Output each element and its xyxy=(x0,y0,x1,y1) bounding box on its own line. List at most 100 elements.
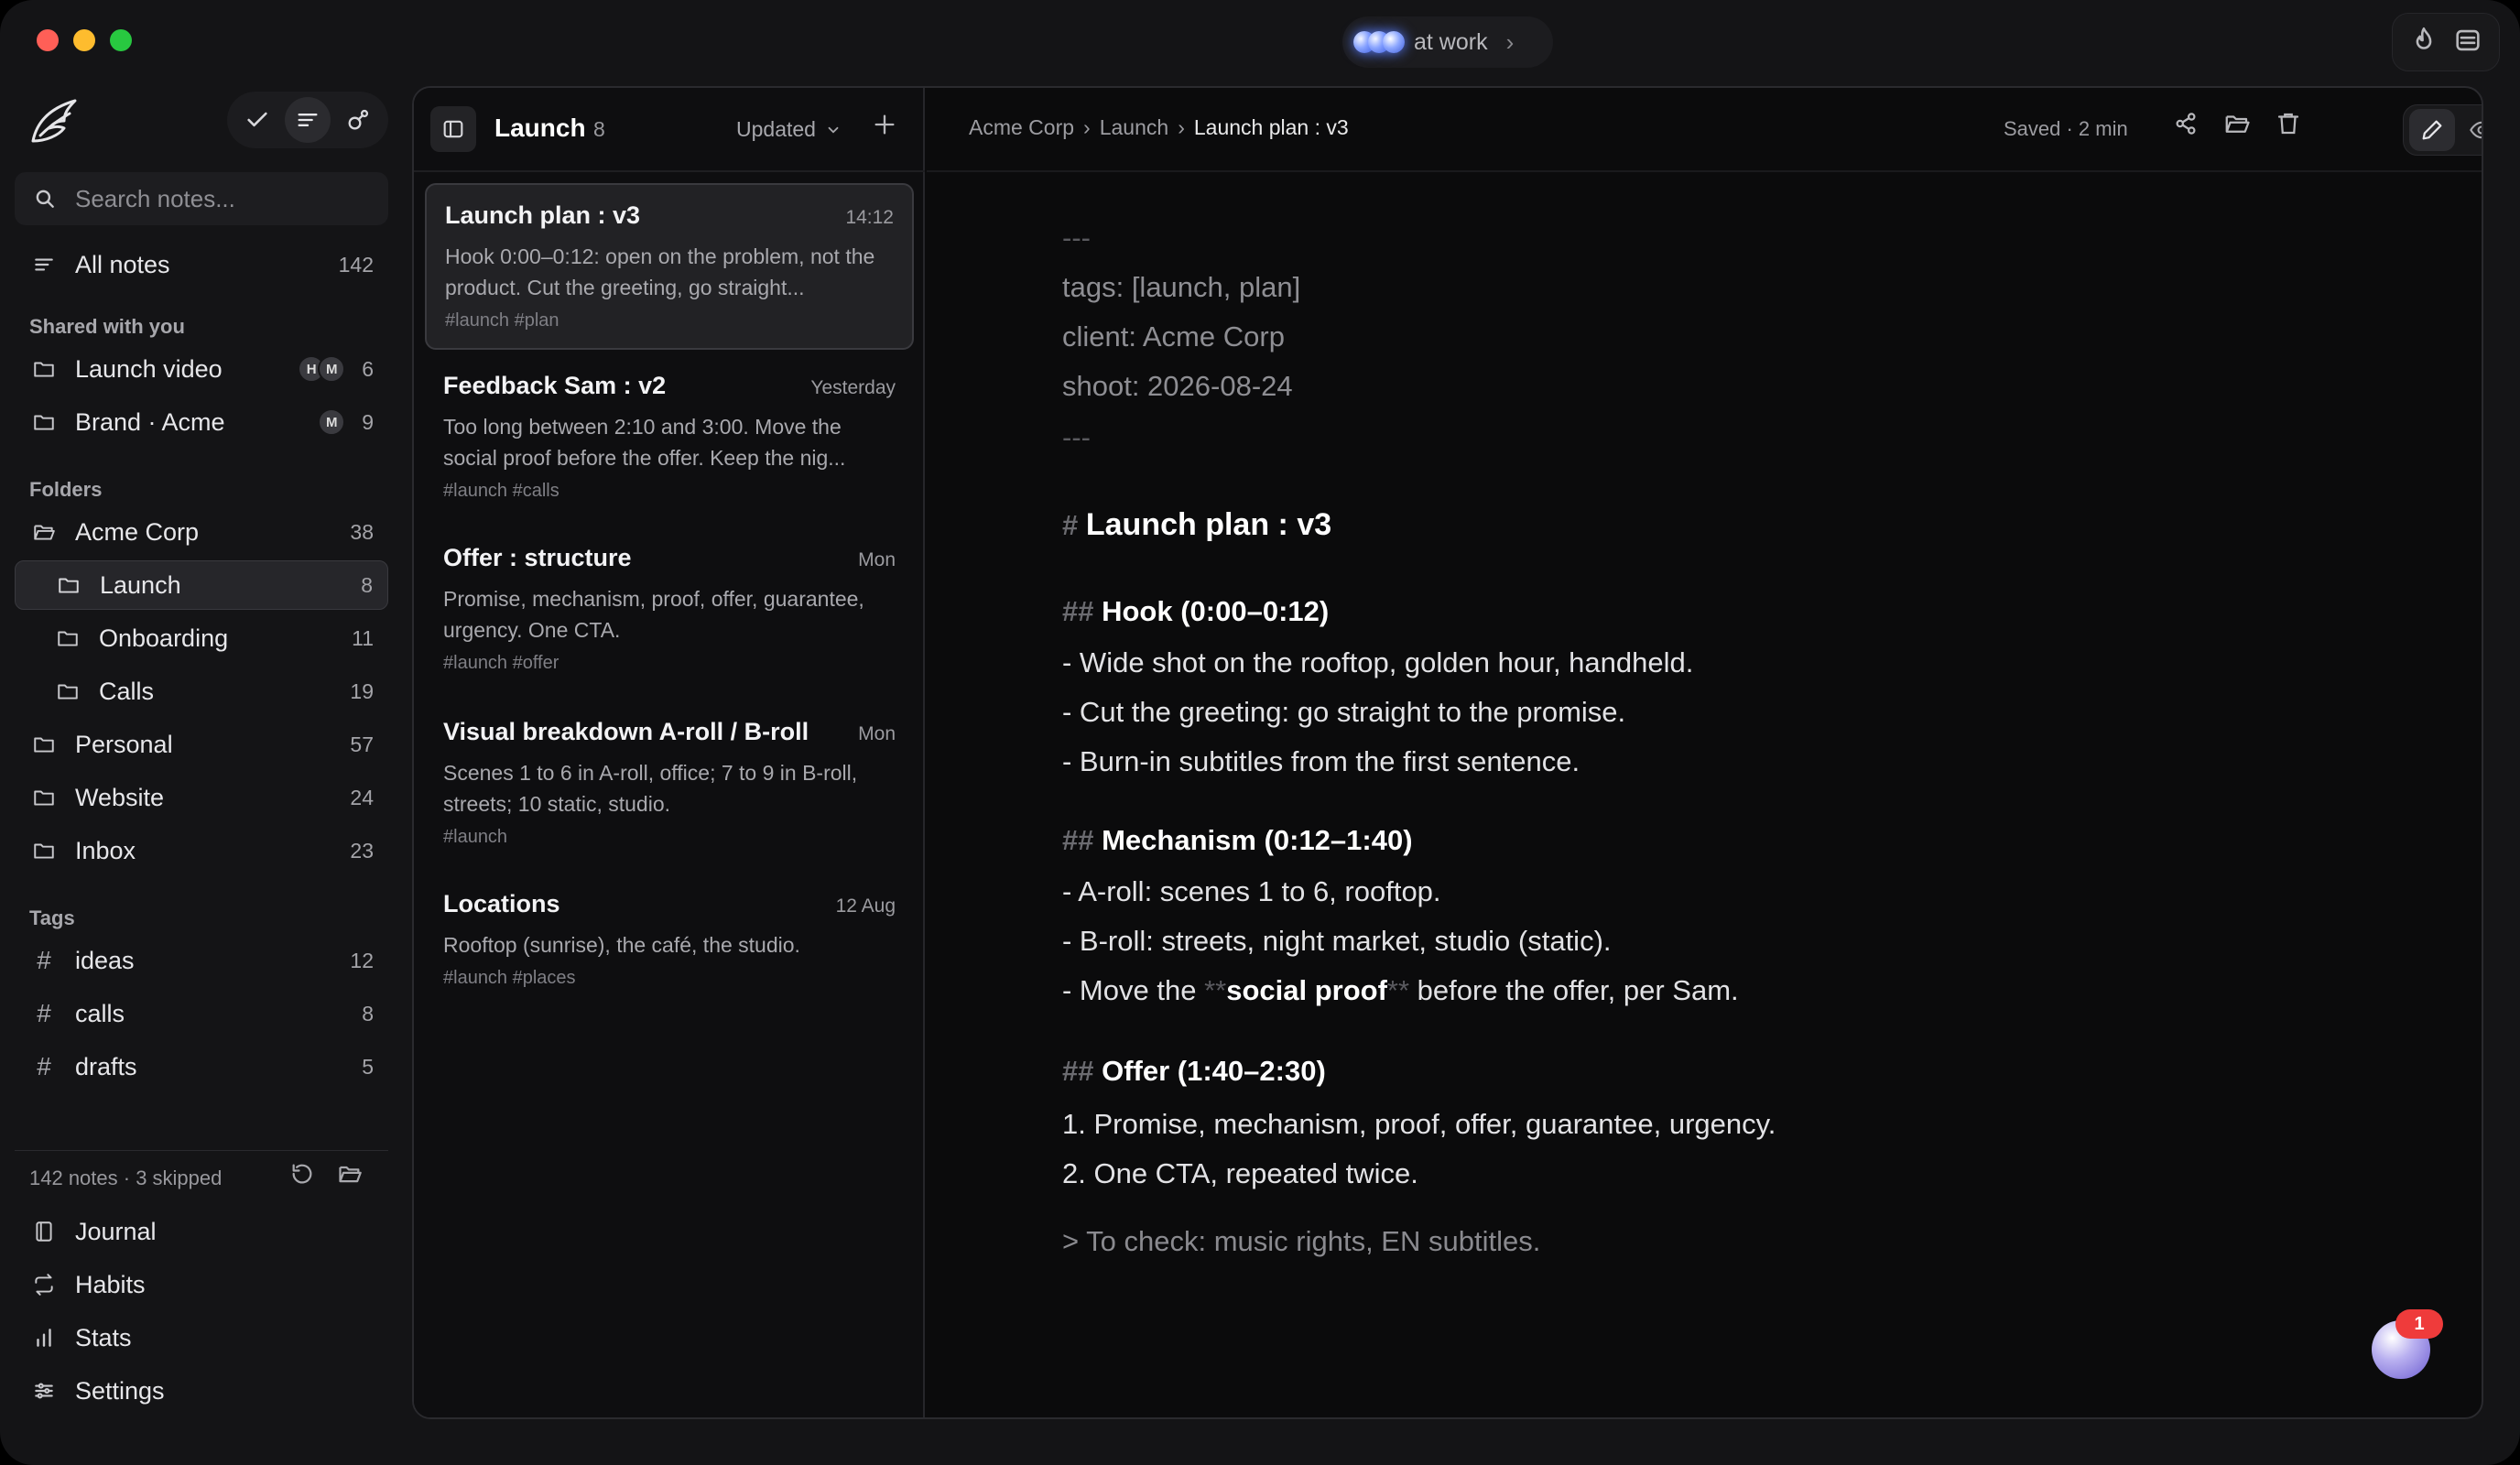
folder-onboarding[interactable]: Onboarding 11 xyxy=(15,613,388,663)
shared-item-brand-acme[interactable]: Brand · Acme M 9 xyxy=(15,397,388,447)
notes-view-button[interactable] xyxy=(284,97,331,143)
breadcrumb: Acme Corp › Launch › Launch plan : v3 xyxy=(969,115,1349,140)
search-input[interactable]: Search notes... xyxy=(15,172,388,225)
note-card[interactable]: Feedback Sam : v2 Yesterday Too long bet… xyxy=(425,355,914,518)
notification-badge: 1 xyxy=(2395,1309,2443,1339)
tag-label: calls xyxy=(75,999,125,1027)
sort-label: Updated xyxy=(736,117,816,141)
toggle-sidebar-button[interactable] xyxy=(430,106,476,152)
open-folder-icon[interactable] xyxy=(337,1161,363,1191)
folder-count: 24 xyxy=(350,785,374,809)
habits-label: Habits xyxy=(75,1270,146,1298)
folder-personal[interactable]: Personal 57 xyxy=(15,720,388,769)
note-tags: #launch xyxy=(443,827,508,847)
frontmatter-delimiter: --- xyxy=(1062,421,1091,453)
heading-offer: ## Offer (1:40–2:30) xyxy=(1062,1055,1326,1088)
note-title: Locations xyxy=(443,890,560,917)
list-item: - A-roll: scenes 1 to 6, rooftop. xyxy=(1062,875,1441,907)
text-run: - Move the xyxy=(1062,974,1205,1006)
folder-calls[interactable]: Calls 19 xyxy=(15,667,388,716)
trash-icon[interactable] xyxy=(2275,110,2302,142)
footer-actions xyxy=(289,1161,363,1191)
folders-section-title: Folders xyxy=(29,478,103,501)
stats-item[interactable]: Stats xyxy=(15,1313,388,1362)
folder-inbox[interactable]: Inbox 23 xyxy=(15,826,388,875)
tag-drafts[interactable]: # drafts 5 xyxy=(15,1042,388,1091)
close-window-button[interactable] xyxy=(37,29,59,51)
layout-icon[interactable] xyxy=(2452,25,2483,60)
shared-item-label: Launch video xyxy=(75,354,223,383)
note-title: Visual breakdown A-roll / B-roll xyxy=(443,718,809,745)
minimize-window-button[interactable] xyxy=(73,29,95,51)
sidebar-icon xyxy=(443,120,463,138)
note-title: Offer : structure xyxy=(443,544,632,571)
search-placeholder: Search notes... xyxy=(75,184,235,212)
heading-1: # Launch plan : v3 xyxy=(1062,507,1331,543)
note-tags: #launch #plan xyxy=(445,310,559,331)
sort-dropdown[interactable]: Updated xyxy=(736,117,842,142)
zoom-window-button[interactable] xyxy=(110,29,132,51)
folder-launch[interactable]: Launch 8 xyxy=(15,560,388,610)
breadcrumb-item[interactable]: Acme Corp xyxy=(969,115,1074,140)
flame-icon[interactable] xyxy=(2408,25,2439,60)
list-item: - Burn-in subtitles from the first sente… xyxy=(1062,745,1580,777)
plus-icon xyxy=(874,114,895,135)
tag-calls[interactable]: # calls 8 xyxy=(15,989,388,1038)
graph-view-button[interactable] xyxy=(335,97,381,143)
all-notes-label: All notes xyxy=(75,250,170,278)
folder-icon xyxy=(56,572,81,598)
avatar: M xyxy=(318,355,346,383)
add-note-button[interactable] xyxy=(872,112,897,143)
folder-acme-corp[interactable]: Acme Corp 38 xyxy=(15,507,388,557)
folder-label: Website xyxy=(75,783,165,811)
editor-mode-toggle xyxy=(2403,104,2482,156)
note-card[interactable]: Locations 12 Aug Rooftop (sunrise), the … xyxy=(425,874,914,1005)
note-preview: Rooftop (sunrise), the café, the studio. xyxy=(443,933,800,957)
note-time: Mon xyxy=(858,723,896,744)
note-card[interactable]: Offer : structure Mon Promise, mechanism… xyxy=(425,527,914,690)
breadcrumb-item[interactable]: Launch xyxy=(1100,115,1168,140)
text-run: before the offer, per Sam. xyxy=(1409,974,1739,1006)
heading-1-text: Launch plan : v3 xyxy=(1085,507,1332,542)
edit-mode-button[interactable] xyxy=(2409,109,2455,151)
note-card[interactable]: Launch plan : v3 14:12 Hook 0:00–0:12: o… xyxy=(425,183,914,350)
journal-item[interactable]: Journal xyxy=(15,1207,388,1256)
numbered-item: 2. One CTA, repeated twice. xyxy=(1062,1157,1418,1189)
preview-mode-button[interactable] xyxy=(2459,109,2482,151)
refresh-icon[interactable] xyxy=(289,1161,315,1191)
note-time: 14:12 xyxy=(845,207,894,228)
pencil-icon xyxy=(2422,120,2442,140)
folder-icon xyxy=(31,838,57,863)
habits-item[interactable]: Habits xyxy=(15,1260,388,1309)
all-notes-item[interactable]: All notes 142 xyxy=(15,240,388,289)
journal-label: Journal xyxy=(75,1217,157,1245)
heading-2-text: Offer (1:40–2:30) xyxy=(1102,1055,1326,1087)
note-preview: Promise, mechanism, proof, offer, guaran… xyxy=(443,587,864,642)
checklist-view-button[interactable] xyxy=(234,97,280,143)
folder-icon xyxy=(31,409,57,435)
all-notes-count: 142 xyxy=(338,252,374,277)
folder-icon xyxy=(31,785,57,810)
share-icon[interactable] xyxy=(2172,110,2200,142)
folder-count: 23 xyxy=(350,838,374,863)
breadcrumb-separator: › xyxy=(1178,115,1185,139)
shared-item-launch-video[interactable]: Launch video H M 6 xyxy=(15,344,388,394)
folder-icon xyxy=(31,356,57,382)
tag-ideas[interactable]: # ideas 12 xyxy=(15,936,388,985)
tag-count: 12 xyxy=(350,948,374,972)
move-to-folder-icon[interactable] xyxy=(2223,110,2251,142)
note-title: Launch plan : v3 xyxy=(445,201,641,229)
shared-item-count: 9 xyxy=(362,409,374,434)
folder-count: 57 xyxy=(350,732,374,756)
editor-actions xyxy=(2172,110,2302,142)
status-pill[interactable]: at work › xyxy=(1342,16,1553,68)
shared-item-count: 6 xyxy=(362,356,374,381)
notes-list-header: Launch 8 Updated xyxy=(414,88,925,172)
folder-website[interactable]: Website 24 xyxy=(15,773,388,822)
folder-icon xyxy=(31,732,57,757)
collaborator-avatars: H M xyxy=(298,355,346,383)
settings-label: Settings xyxy=(75,1376,165,1405)
blockquote: > To check: music rights, EN subtitles. xyxy=(1062,1225,1541,1257)
note-card[interactable]: Visual breakdown A-roll / B-roll Mon Sce… xyxy=(425,701,914,864)
settings-item[interactable]: Settings xyxy=(15,1366,388,1416)
